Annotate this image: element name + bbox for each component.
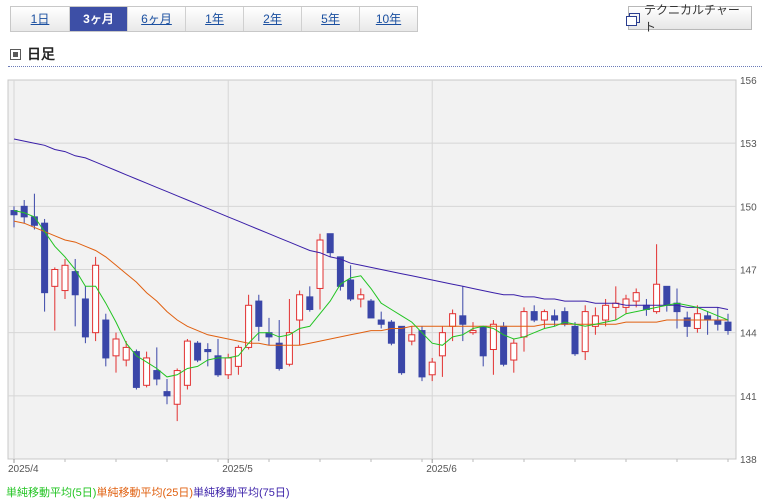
- candle-down: [571, 325, 579, 355]
- x-tick-label: 2025/5: [222, 464, 253, 475]
- tab-1-day[interactable]: 1日: [11, 7, 69, 31]
- candle-down: [724, 321, 732, 332]
- candle-up: [234, 346, 242, 367]
- candle-down: [71, 271, 79, 296]
- candlestick-chart: 138 141 144 147 150 153 156 2025/4 2025/5 2025/6: [7, 76, 757, 475]
- candle-up: [122, 346, 130, 361]
- y-tick-label: 156: [740, 76, 757, 87]
- y-tick-label: 147: [740, 266, 757, 277]
- tab-2-years[interactable]: 2年: [243, 7, 301, 31]
- candle-up: [510, 342, 518, 361]
- candle-down: [663, 285, 671, 306]
- candle-up: [112, 338, 120, 357]
- candle-down: [459, 315, 467, 325]
- section-title: 日足: [10, 44, 55, 64]
- y-tick-label: 141: [740, 392, 757, 403]
- candle-down: [673, 302, 681, 313]
- candle-down: [683, 317, 691, 327]
- candle-down: [387, 321, 395, 344]
- candle-down: [153, 370, 161, 380]
- y-tick-label: 138: [740, 455, 757, 466]
- chart-legend: 単純移動平均(5日) 単純移動平均(25日) 単純移動平均(75日): [6, 484, 290, 500]
- candle-up: [520, 311, 528, 338]
- candle-down: [704, 315, 712, 321]
- candle-down: [418, 330, 426, 378]
- candle-up: [449, 313, 457, 327]
- x-tick-label: 2025/6: [426, 464, 457, 475]
- candle-down: [326, 233, 334, 254]
- candle-down: [20, 205, 28, 218]
- candle-up: [581, 311, 589, 353]
- tab-1-year[interactable]: 1年: [185, 7, 243, 31]
- candle-up: [51, 269, 59, 287]
- square-bullet-icon: [10, 48, 21, 60]
- tab-6-months[interactable]: 6ヶ月: [127, 7, 185, 31]
- candle-up: [632, 292, 640, 302]
- technical-chart-label: テクニカルチャート: [643, 3, 740, 34]
- candle-down: [194, 342, 202, 361]
- window-icon: [626, 13, 640, 26]
- candle-up: [316, 239, 324, 289]
- technical-chart-button[interactable]: テクニカルチャート: [626, 3, 752, 34]
- candle-down: [377, 319, 385, 325]
- legend-ma25: 単純移動平均(25日): [96, 487, 194, 499]
- candle-up: [428, 361, 436, 376]
- candle-down: [30, 216, 38, 226]
- candle-up: [92, 264, 100, 334]
- candle-down: [367, 300, 375, 319]
- candle-up: [224, 357, 232, 376]
- section-divider: [8, 66, 762, 67]
- candle-up: [296, 294, 304, 321]
- candle-up: [285, 332, 293, 365]
- y-tick-label: 153: [740, 139, 757, 150]
- candle-down: [275, 342, 283, 369]
- candle-up: [622, 298, 630, 308]
- candle-down: [714, 319, 722, 325]
- candle-up: [469, 330, 477, 334]
- candle-down: [398, 325, 406, 374]
- legend-ma75: 単純移動平均(75日): [193, 487, 290, 499]
- tab-3-months[interactable]: 3ヶ月: [69, 7, 127, 31]
- tab-10-years[interactable]: 10年: [359, 7, 417, 31]
- candle-down: [255, 300, 263, 327]
- candle-down: [163, 391, 171, 397]
- candle-up: [357, 294, 365, 300]
- candle-down: [479, 325, 487, 357]
- candle-up: [408, 334, 416, 342]
- candle-down: [306, 296, 314, 311]
- candle-down: [530, 311, 538, 321]
- candle-down: [347, 279, 355, 300]
- candle-up: [183, 340, 191, 386]
- candle-up: [61, 264, 69, 292]
- candle-down: [81, 298, 89, 338]
- tab-5-years[interactable]: 5年: [301, 7, 359, 31]
- candle-up: [602, 304, 610, 321]
- period-tabs: 1日 3ヶ月 6ヶ月 1年 2年 5年 10年: [10, 6, 418, 32]
- candle-down: [336, 256, 344, 287]
- candle-down: [41, 222, 49, 294]
- candle-up: [438, 332, 446, 357]
- candle-up: [540, 311, 548, 321]
- y-tick-label: 144: [740, 329, 757, 340]
- candle-down: [500, 325, 508, 365]
- legend-ma5: 単純移動平均(5日): [6, 487, 97, 499]
- candle-down: [204, 349, 212, 353]
- x-tick-label: 2025/4: [8, 464, 39, 475]
- candle-down: [551, 315, 559, 321]
- y-tick-label: 150: [740, 202, 757, 213]
- candle-up: [693, 313, 701, 329]
- section-title-text: 日足: [27, 46, 55, 62]
- candle-down: [102, 319, 110, 359]
